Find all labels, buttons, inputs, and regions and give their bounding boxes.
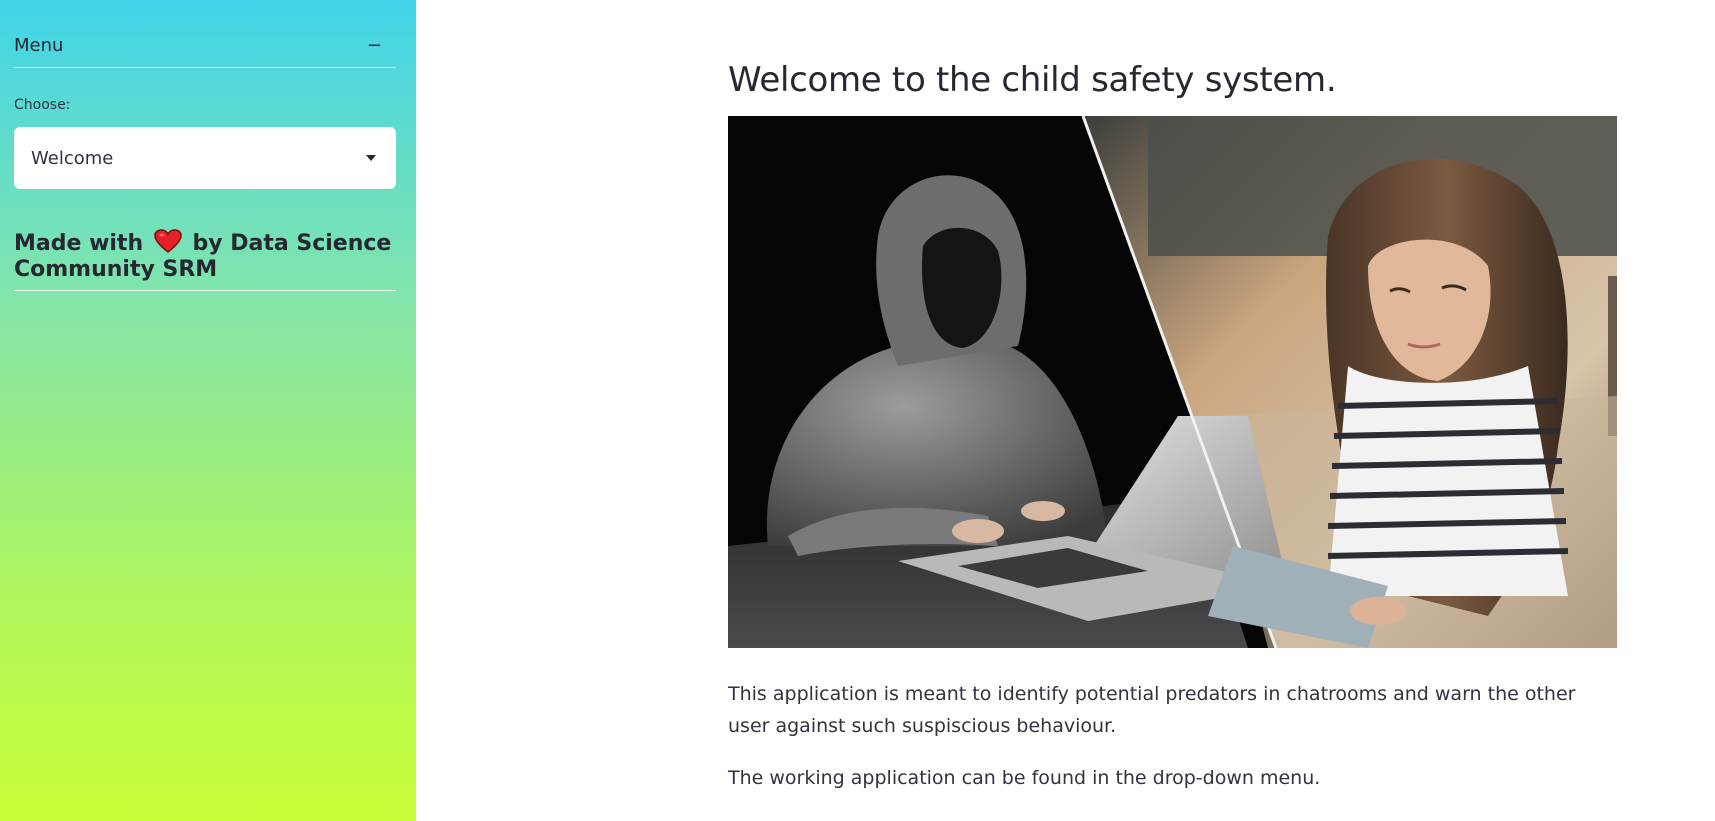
sidebar: Menu − Choose: Welcome Made with by Data… [0, 0, 416, 821]
page-title: Welcome to the child safety system. [728, 60, 1337, 100]
page-select-dropdown[interactable]: Welcome [14, 127, 396, 189]
hero-illustration [728, 116, 1617, 648]
made-with-credit: Made with by Data Science Community SRM [14, 229, 394, 281]
menu-header: Menu − [14, 24, 396, 68]
select-value: Welcome [31, 147, 114, 169]
menu-title: Menu [14, 35, 64, 56]
choose-label: Choose: [14, 97, 71, 113]
collapse-menu-button[interactable]: − [367, 36, 382, 55]
instructions-paragraph: The working application can be found in … [728, 767, 1321, 789]
sidebar-divider [14, 290, 396, 291]
chevron-down-icon [366, 155, 376, 161]
intro-paragraph: This application is meant to identify po… [728, 683, 1576, 737]
heart-icon [153, 229, 182, 258]
hero-image [728, 116, 1617, 648]
made-with-prefix: Made with [14, 231, 144, 256]
